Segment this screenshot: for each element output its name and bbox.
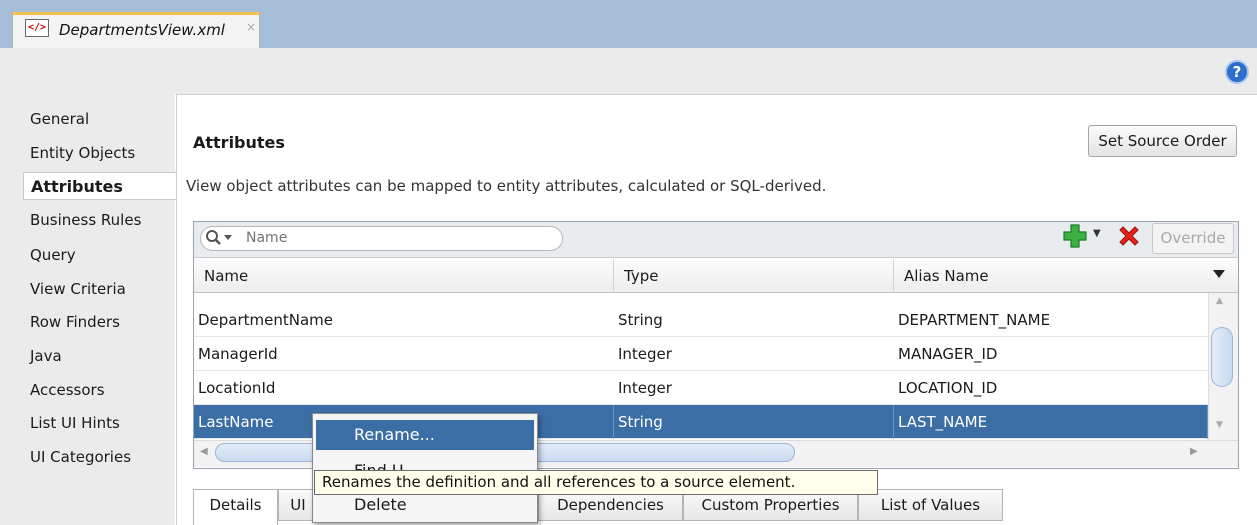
nav-item-list-ui-hints[interactable]: List UI Hints bbox=[30, 414, 120, 432]
column-header-name[interactable]: Name bbox=[194, 259, 614, 293]
nav-item-view-criteria[interactable]: View Criteria bbox=[30, 280, 126, 298]
red-x-icon[interactable] bbox=[1117, 224, 1141, 248]
nav-item-row-finders[interactable]: Row Finders bbox=[30, 313, 120, 331]
page-description: View object attributes can be mapped to … bbox=[186, 177, 827, 195]
cell-type: Integer bbox=[618, 345, 672, 363]
cell-type: Integer bbox=[618, 379, 672, 397]
close-tab-icon[interactable]: × bbox=[246, 20, 256, 34]
nav-item-query[interactable]: Query bbox=[30, 246, 76, 264]
scroll-up-icon[interactable]: ▲ bbox=[1216, 296, 1223, 306]
table-row[interactable]: ManagerId Integer MANAGER_ID bbox=[194, 337, 1208, 371]
search-icon[interactable] bbox=[205, 229, 235, 251]
add-dropdown-icon[interactable]: ▼ bbox=[1093, 228, 1101, 239]
page-title: Attributes bbox=[193, 133, 285, 152]
tab-details[interactable]: Details bbox=[193, 489, 278, 525]
table-row[interactable]: LocationId Integer LOCATION_ID bbox=[194, 371, 1208, 405]
cell-type: String bbox=[614, 405, 894, 439]
cell-name: DepartmentName bbox=[198, 311, 334, 329]
cell-type: String bbox=[618, 311, 663, 329]
editor-toolbar: ? bbox=[0, 48, 1257, 94]
nav-item-entity-objects[interactable]: Entity Objects bbox=[30, 144, 135, 162]
nav-item-business-rules[interactable]: Business Rules bbox=[30, 211, 141, 229]
nav-item-ui-categories[interactable]: UI Categories bbox=[30, 448, 131, 466]
editor-navigation: General Entity Objects Attributes Busine… bbox=[0, 94, 176, 525]
search-input[interactable] bbox=[246, 227, 558, 249]
nav-item-java[interactable]: Java bbox=[30, 347, 62, 365]
scroll-left-icon[interactable]: ◀ bbox=[200, 446, 208, 457]
context-menu: Rename... Find U Delete bbox=[312, 413, 538, 523]
tab-list-of-values[interactable]: List of Values bbox=[858, 489, 1003, 521]
cell-name: ManagerId bbox=[198, 345, 278, 363]
cell-alias: DEPARTMENT_NAME bbox=[898, 311, 1051, 329]
nav-item-accessors[interactable]: Accessors bbox=[30, 381, 105, 399]
scroll-down-icon[interactable]: ▼ bbox=[1216, 420, 1223, 430]
table-header: Name Type Alias Name bbox=[194, 259, 1238, 293]
cell-alias: LAST_NAME bbox=[894, 405, 1208, 439]
vertical-scroll-thumb[interactable] bbox=[1211, 327, 1233, 387]
nav-item-attributes[interactable]: Attributes bbox=[23, 172, 176, 200]
nav-item-general[interactable]: General bbox=[30, 110, 89, 128]
column-header-type[interactable]: Type bbox=[614, 259, 894, 293]
cell-name: LocationId bbox=[198, 379, 276, 397]
cell-alias: LOCATION_ID bbox=[898, 379, 998, 397]
scroll-right-icon[interactable]: ▶ bbox=[1190, 446, 1198, 457]
plus-icon[interactable] bbox=[1062, 223, 1088, 249]
set-source-order-button[interactable]: Set Source Order bbox=[1088, 125, 1237, 157]
xml-file-icon: </> bbox=[25, 19, 49, 37]
menu-item-rename[interactable]: Rename... bbox=[316, 420, 534, 450]
column-header-alias-name[interactable]: Alias Name bbox=[894, 259, 1208, 293]
table-row[interactable]: DepartmentName String DEPARTMENT_NAME bbox=[194, 303, 1208, 337]
editor-tab-departmentsview[interactable]: </> DepartmentsView.xml × bbox=[12, 12, 260, 49]
cell-alias: MANAGER_ID bbox=[898, 345, 998, 363]
editor-tab-label: DepartmentsView.xml bbox=[59, 21, 225, 39]
override-button[interactable]: Override bbox=[1152, 223, 1234, 254]
help-icon[interactable]: ? bbox=[1225, 60, 1249, 84]
column-menu-icon[interactable] bbox=[1213, 270, 1225, 278]
tooltip: Renames the definition and all reference… bbox=[314, 470, 878, 495]
